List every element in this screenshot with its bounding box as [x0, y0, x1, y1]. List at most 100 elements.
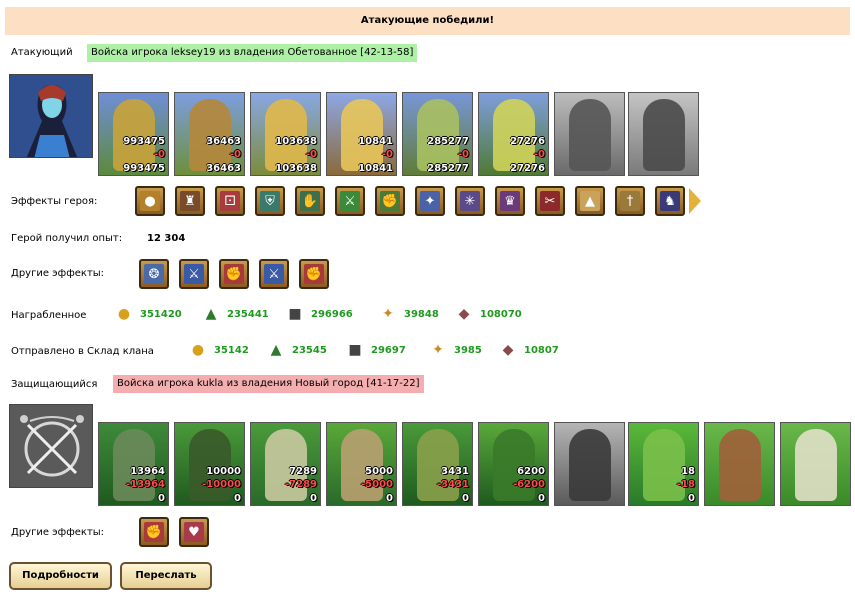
- unit-remaining: 0: [310, 493, 317, 504]
- unit-figure-icon: [341, 99, 383, 171]
- wood-icon: ▲: [205, 306, 217, 322]
- defender-unit-2[interactable]: 10000 -10000 0: [174, 422, 245, 506]
- forward-button[interactable]: Переслать: [120, 562, 212, 590]
- loot-ore-value: 296966: [311, 308, 353, 320]
- defender-unit-5[interactable]: 3431 -3431 0: [402, 422, 473, 506]
- effect-blue-sword-2-icon[interactable]: ⚔: [259, 259, 289, 289]
- unit-count: 10841: [358, 136, 393, 147]
- unit-count: 36463: [206, 136, 241, 147]
- effect-hand-shield-icon[interactable]: ✋: [295, 186, 325, 216]
- clan-gold-value: 35142: [214, 344, 249, 356]
- effect-blue-sword-icon[interactable]: ⚔: [179, 259, 209, 289]
- hero-effects-label: Эффекты героя:: [11, 196, 98, 207]
- unit-remaining: 0: [538, 493, 545, 504]
- defender-hero-portrait[interactable]: [9, 404, 93, 488]
- unit-count: 27276: [510, 136, 545, 147]
- unit-loss: -13964: [126, 479, 165, 490]
- loot-wheat: ✦ 39848: [378, 302, 439, 326]
- attacker-unit-3[interactable]: 103638 -0 103638: [250, 92, 321, 176]
- unit-count: 13964: [130, 466, 165, 477]
- loot-wood-value: 235441: [227, 308, 269, 320]
- clan-wheat-value: 3985: [454, 344, 482, 356]
- unit-figure-icon: [113, 429, 155, 501]
- effect-shield-icon[interactable]: ⛨: [255, 186, 285, 216]
- attacker-hero-portrait[interactable]: [9, 74, 93, 158]
- effect-fort-icon[interactable]: ♜: [175, 186, 205, 216]
- unit-loss: -0: [457, 149, 469, 160]
- unit-count: 103638: [275, 136, 317, 147]
- defender-army-title: Войска игрока kukla из владения Новый го…: [113, 375, 424, 393]
- scroll-right-arrow-icon[interactable]: [689, 188, 701, 214]
- effect-web-icon[interactable]: ✳: [455, 186, 485, 216]
- loot-wheat-value: 39848: [404, 308, 439, 320]
- defender-unit-8[interactable]: 18 -18 0: [628, 422, 699, 506]
- attacker-unit-4[interactable]: 10841 -0 10841: [326, 92, 397, 176]
- defender-unit-4[interactable]: 5000 -5000 0: [326, 422, 397, 506]
- unit-figure-icon: [493, 99, 535, 171]
- effect-hand-sword-icon[interactable]: ✊: [375, 186, 405, 216]
- defender-unit-6[interactable]: 6200 -6200 0: [478, 422, 549, 506]
- clan-gold: ● 35142: [188, 338, 249, 362]
- effect-claw-icon[interactable]: ❂: [139, 259, 169, 289]
- attacker-unit-2[interactable]: 36463 -0 36463: [174, 92, 245, 176]
- crossed-bows-emblem-icon: [10, 405, 92, 487]
- attacker-unit-empty-1[interactable]: [554, 92, 625, 176]
- details-button[interactable]: Подробности: [9, 562, 112, 590]
- hero-figure-icon: [10, 75, 92, 157]
- unit-loss: -0: [305, 149, 317, 160]
- unit-figure-icon: [113, 99, 155, 171]
- clan-storage-label: Отправлено в Склад клана: [11, 346, 154, 357]
- effect-heart-icon[interactable]: ♥: [179, 517, 209, 547]
- effect-fist-icon[interactable]: ✊: [299, 259, 329, 289]
- unit-count: 5000: [365, 466, 393, 477]
- attacker-unit-1[interactable]: 993475 -0 993475: [98, 92, 169, 176]
- effect-fist-sword-icon[interactable]: ✊: [219, 259, 249, 289]
- unit-loss: -0: [381, 149, 393, 160]
- effect-fist-sword-icon[interactable]: ✊: [139, 517, 169, 547]
- attacker-unit-5[interactable]: 285277 -0 285277: [402, 92, 473, 176]
- unit-loss: -7289: [285, 479, 317, 490]
- unit-count: 993475: [123, 136, 165, 147]
- effect-gold-icon[interactable]: ●: [135, 186, 165, 216]
- clan-clay-value: 10807: [524, 344, 559, 356]
- effect-sword-icon[interactable]: †: [615, 186, 645, 216]
- defender-label: Защищающийся: [11, 379, 98, 390]
- clan-ore-value: 29697: [371, 344, 406, 356]
- unit-remaining: 285277: [427, 163, 469, 174]
- unit-loss: -3431: [437, 479, 469, 490]
- effect-claws-icon[interactable]: ✂: [535, 186, 565, 216]
- attacker-unit-6[interactable]: 27276 -0 27276: [478, 92, 549, 176]
- defender-unit-1[interactable]: 13964 -13964 0: [98, 422, 169, 506]
- ore-icon: ■: [288, 306, 302, 322]
- unit-figure-icon: [189, 429, 231, 501]
- ore-icon: ■: [348, 342, 362, 358]
- clay-icon: ◆: [458, 306, 470, 322]
- unit-figure-icon: [643, 429, 685, 501]
- defender-unit-9[interactable]: [704, 422, 775, 506]
- unit-loss: -0: [153, 149, 165, 160]
- unit-remaining: 27276: [510, 163, 545, 174]
- unit-remaining: 103638: [275, 163, 317, 174]
- unit-figure-icon: [265, 429, 307, 501]
- battle-result-banner: Атакующие победили!: [5, 7, 850, 35]
- loot-label: Награбленное: [11, 310, 87, 321]
- clay-icon: ◆: [502, 342, 514, 358]
- unit-figure-icon: [795, 429, 837, 501]
- defender-unit-7[interactable]: [554, 422, 625, 506]
- effect-armor-icon[interactable]: ♛: [495, 186, 525, 216]
- unit-loss: -5000: [361, 479, 393, 490]
- effect-magic-hand-icon[interactable]: ✦: [415, 186, 445, 216]
- defender-unit-10[interactable]: [780, 422, 851, 506]
- effect-crest-icon[interactable]: ♞: [655, 186, 685, 216]
- unit-loss: -0: [229, 149, 241, 160]
- effect-green-sword-icon[interactable]: ⚔: [335, 186, 365, 216]
- attacker-unit-empty-2[interactable]: [628, 92, 699, 176]
- clan-wheat: ✦ 3985: [428, 338, 482, 362]
- gold-icon: ●: [191, 342, 205, 358]
- unit-figure-icon: [643, 99, 685, 171]
- clan-clay: ◆ 10807: [498, 338, 559, 362]
- unit-remaining: 36463: [206, 163, 241, 174]
- defender-unit-3[interactable]: 7289 -7289 0: [250, 422, 321, 506]
- effect-tent-icon[interactable]: ▲: [575, 186, 605, 216]
- effect-dice-icon[interactable]: ⚀: [215, 186, 245, 216]
